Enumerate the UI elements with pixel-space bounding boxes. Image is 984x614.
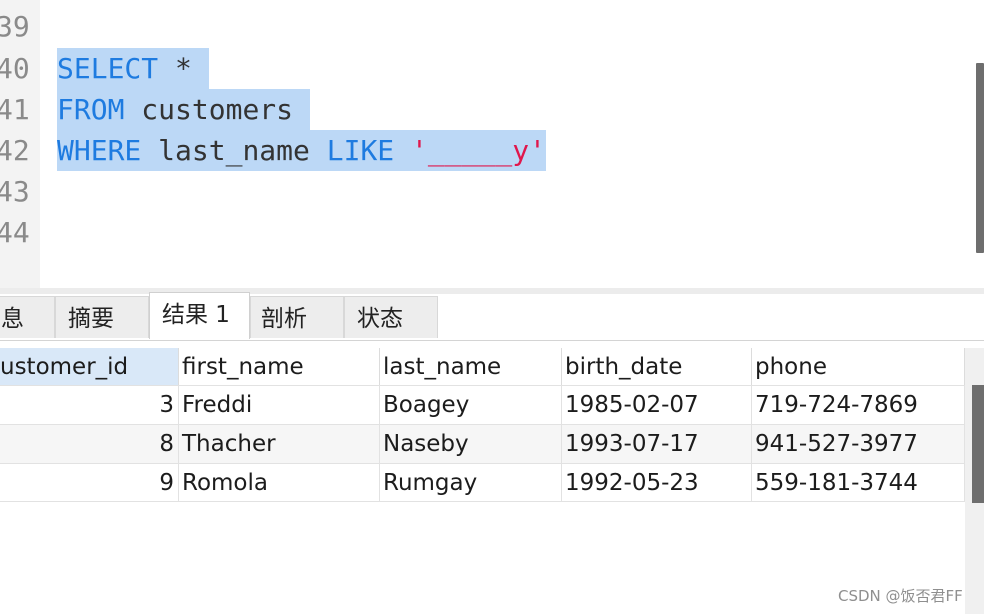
cell-phone[interactable]: 941-527-3977 — [752, 425, 965, 463]
editor-scrollbar-thumb[interactable] — [976, 63, 984, 253]
cell-customer-id[interactable]: 8 — [0, 425, 179, 463]
cell-last-name[interactable]: Naseby — [380, 425, 562, 463]
cell-birth-date[interactable]: 1992-05-23 — [562, 464, 752, 502]
sql-keyword: SELECT — [57, 52, 159, 85]
line-number: 41 — [0, 93, 30, 126]
tab-profile[interactable]: 剖析 — [250, 296, 344, 338]
cell-birth-date[interactable]: 1993-07-17 — [562, 425, 752, 463]
code-line-where[interactable]: WHERE last_name LIKE '_____y' — [57, 130, 546, 171]
sql-keyword: WHERE — [57, 134, 142, 167]
column-header-customer-id[interactable]: ustomer_id — [0, 348, 179, 385]
table-row[interactable]: 9 Romola Rumgay 1992-05-23 559-181-3744 — [0, 463, 965, 502]
tab-messages[interactable]: 息 — [0, 296, 55, 338]
cell-first-name[interactable]: Freddi — [179, 386, 380, 424]
sql-keyword: FROM — [57, 93, 125, 126]
line-number: 42 — [0, 134, 30, 167]
result-tab-bar: 息 摘要 结果 1 剖析 状态 — [0, 292, 984, 341]
column-header-phone[interactable]: phone — [752, 348, 965, 385]
tab-status[interactable]: 状态 — [344, 296, 438, 338]
cell-last-name[interactable]: Rumgay — [380, 464, 562, 502]
code-line-from[interactable]: FROM customers — [57, 89, 310, 130]
cell-customer-id[interactable]: 3 — [0, 386, 179, 424]
column-header-last-name[interactable]: last_name — [380, 348, 562, 385]
code-text: last_name — [141, 134, 327, 167]
code-text: * — [158, 52, 209, 85]
line-number: 43 — [0, 175, 30, 208]
cell-first-name[interactable]: Romola — [179, 464, 380, 502]
string-literal-quote: ' — [411, 134, 428, 167]
line-number: 44 — [0, 216, 30, 249]
table-row[interactable]: 3 Freddi Boagey 1985-02-07 719-724-7869 — [0, 385, 965, 424]
watermark: CSDN @饭否君FF — [838, 587, 963, 605]
column-header-birth-date[interactable]: birth_date — [562, 348, 752, 385]
code-text: customers — [124, 93, 310, 126]
cell-customer-id[interactable]: 9 — [0, 464, 179, 502]
tab-summary[interactable]: 摘要 — [55, 296, 149, 338]
sql-keyword: LIKE — [326, 134, 395, 167]
cell-first-name[interactable]: Thacher — [179, 425, 380, 463]
cell-phone[interactable]: 559-181-3744 — [752, 464, 965, 502]
table-row[interactable]: 8 Thacher Naseby 1993-07-17 941-527-3977 — [0, 424, 965, 463]
line-number: 39 — [0, 10, 30, 43]
string-literal-tail: y' — [512, 134, 546, 167]
cell-last-name[interactable]: Boagey — [380, 386, 562, 424]
code-line-select[interactable]: SELECT * — [57, 48, 209, 89]
cell-phone[interactable]: 719-724-7869 — [752, 386, 965, 424]
string-literal-wildcards: _____ — [427, 134, 513, 167]
cell-birth-date[interactable]: 1985-02-07 — [562, 386, 752, 424]
sql-editor[interactable]: 39 40 41 42 43 44 SELECT * FROM customer… — [0, 0, 969, 288]
line-number-gutter: 39 40 41 42 43 44 — [0, 0, 40, 288]
tab-result-1[interactable]: 结果 1 — [149, 292, 250, 339]
grid-scrollbar-thumb[interactable] — [972, 385, 984, 503]
line-number: 40 — [0, 52, 30, 85]
column-header-first-name[interactable]: first_name — [179, 348, 380, 385]
